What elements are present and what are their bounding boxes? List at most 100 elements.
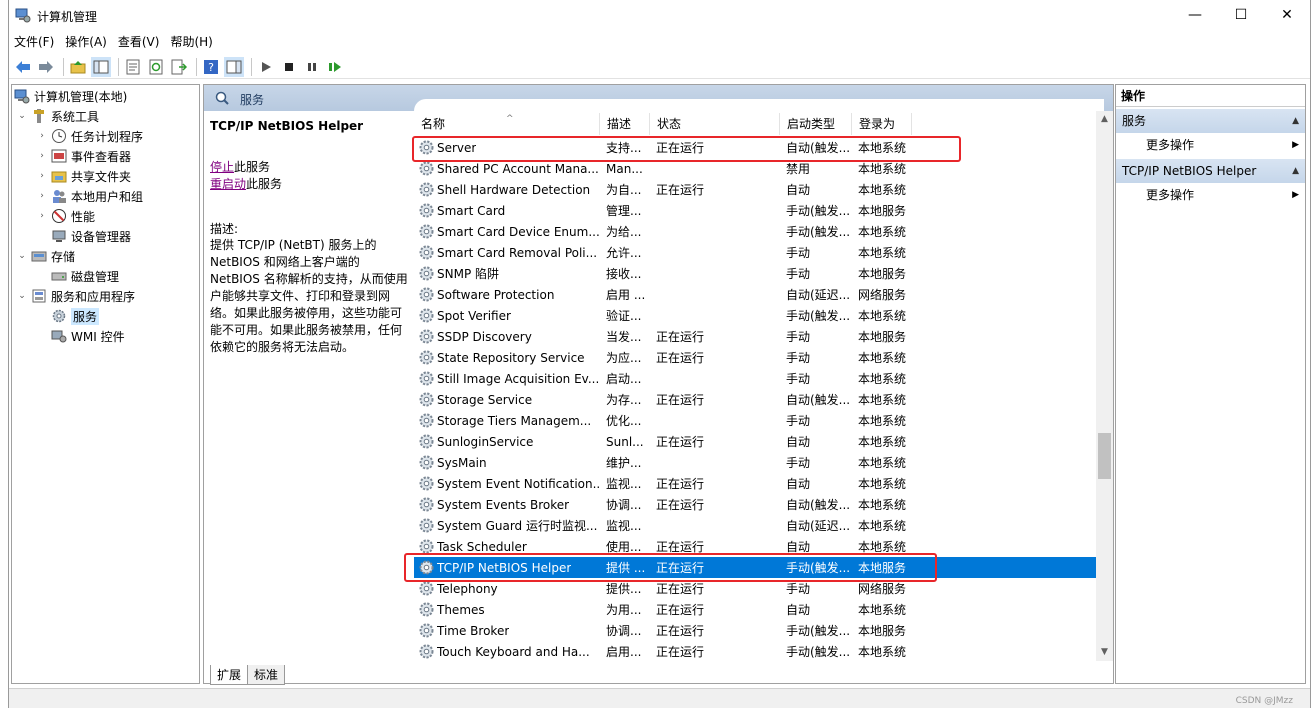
service-description: 允许... [606,246,642,260]
service-startup-type: 手动(触发... [786,624,851,638]
tree-item-wmi-control[interactable]: WMI 控件 [51,326,125,346]
export-list-icon[interactable] [169,57,189,77]
tree-item-shared-folders[interactable]: › 共享文件夹 [36,166,131,186]
back-icon[interactable] [13,57,33,77]
menu-view[interactable]: 查看(V) [113,33,165,53]
chevron-down-icon[interactable]: ⌄ [16,291,28,301]
service-row[interactable]: System Events Broker 协调... 正在运行 自动(触发... 本地系… [414,494,1098,515]
tree-item-performance[interactable]: › 性能 [36,206,95,226]
service-row[interactable]: Time Broker 协调... 正在运行 手动(触发... 本地服务 [414,620,1098,641]
chevron-right-icon[interactable]: › [36,131,48,141]
tree-item-disk-management[interactable]: 磁盘管理 [51,266,119,286]
menu-action[interactable]: 操作(A) [60,33,112,53]
vertical-scrollbar[interactable]: ▲ ▼ [1096,111,1113,661]
column-description[interactable]: 描述 [600,113,650,135]
tree-item-storage[interactable]: ⌄ 存储 [16,246,75,266]
view-tabs: 扩展 标准 [210,665,286,685]
tree-item-computer-management[interactable]: 计算机管理(本地) [14,86,127,106]
menu-help[interactable]: 帮助(H) [165,33,217,53]
forward-icon[interactable] [36,57,56,77]
service-row[interactable]: Software Protection 启用 ... 自动(延迟... 网络服务 [414,284,1098,305]
service-row[interactable]: SNMP 陷阱 接收... 手动 本地服务 [414,263,1098,284]
service-name-cell: Smart Card Device Enum... [414,223,600,240]
collapse-icon[interactable]: ▲ [1292,109,1299,133]
tree-item-event-viewer[interactable]: › 事件查看器 [36,146,131,166]
service-row[interactable]: Storage Tiers Managem... 优化... 手动 本地系统 [414,410,1098,431]
actions-section-services[interactable]: 服务 ▲ [1116,109,1305,133]
service-row[interactable]: Telephony 提供... 正在运行 手动 网络服务 [414,578,1098,599]
tree-item-local-users[interactable]: › 本地用户和组 [36,186,143,206]
tab-extended[interactable]: 扩展 [210,665,249,685]
start-service-icon[interactable] [256,57,276,77]
restart-service-link[interactable]: 重启动 [210,177,246,191]
actions-section-netbios[interactable]: TCP/IP NetBIOS Helper ▲ [1116,159,1305,183]
service-startup-type: 自动 [786,435,811,449]
scroll-down-icon[interactable]: ▼ [1096,644,1113,661]
service-row[interactable]: System Guard 运行时监视... 监视... 自动(延迟... 本地系统 [414,515,1098,536]
tree-item-label: WMI 控件 [71,329,125,344]
service-row[interactable]: State Repository Service 为应... 正在运行 手动 本地系统 [414,347,1098,368]
service-row[interactable]: SSDP Discovery 当发... 正在运行 手动 本地服务 [414,326,1098,347]
service-row[interactable]: Smart Card Device Enum... 为给... 手动(触发... 本地… [414,221,1098,242]
properties-icon[interactable] [123,57,143,77]
service-row[interactable]: SunloginService Sunl... 正在运行 自动 本地系统 [414,431,1098,452]
service-row[interactable]: Themes 为用... 正在运行 自动 本地系统 [414,599,1098,620]
service-row[interactable]: Server 支持... 正在运行 自动(触发... 本地系统 [414,137,1098,158]
service-row[interactable]: Task Scheduler 使用... 正在运行 自动 本地系统 [414,536,1098,557]
column-name[interactable]: 名称 ^ [414,113,600,135]
service-row[interactable]: Shell Hardware Detection 为自... 正在运行 自动 本地系统 [414,179,1098,200]
scroll-thumb[interactable] [1098,433,1111,479]
chevron-right-icon[interactable]: › [36,171,48,181]
chevron-down-icon[interactable]: ⌄ [16,111,28,121]
collapse-icon[interactable]: ▲ [1292,159,1299,183]
minimize-button[interactable]: — [1172,0,1218,30]
service-row[interactable]: Still Image Acquisition Ev... 启动... 手动 本地系统 [414,368,1098,389]
stop-service-link[interactable]: 停止 [210,160,234,174]
column-startup-type[interactable]: 启动类型 [780,113,852,135]
tree-item-label: 事件查看器 [71,149,132,164]
restart-service-icon[interactable] [325,57,345,77]
tree-item-task-scheduler[interactable]: › 任务计划程序 [36,126,143,146]
pause-service-icon[interactable] [302,57,322,77]
service-row[interactable]: System Event Notification... 监视... 正在运行 自动 本… [414,473,1098,494]
service-gear-icon [418,307,435,324]
service-name: Still Image Acquisition Ev... [437,371,600,386]
chevron-right-icon[interactable]: › [36,151,48,161]
chevron-down-icon[interactable]: ⌄ [16,251,28,261]
scroll-up-icon[interactable]: ▲ [1096,111,1113,128]
service-row[interactable]: Shared PC Account Mana... Man... 禁用 本地系统 [414,158,1098,179]
close-button[interactable]: ✕ [1264,0,1310,30]
tree-item-services[interactable]: 服务 [51,306,100,326]
help-icon[interactable]: ? [201,57,221,77]
service-row[interactable]: Storage Service 为存... 正在运行 自动(触发... 本地系统 [414,389,1098,410]
more-actions-netbios[interactable]: 更多操作 ▶ [1116,183,1305,207]
maximize-button[interactable]: ☐ [1218,0,1264,30]
service-logon-as: 本地服务 [858,267,907,281]
service-gear-icon [418,286,435,303]
tree-item-system-tools[interactable]: ⌄ 系统工具 [16,106,99,126]
tab-standard[interactable]: 标准 [247,665,286,685]
up-folder-icon[interactable] [68,57,88,77]
column-status[interactable]: 状态 [650,113,780,135]
service-row[interactable]: TCP/IP NetBIOS Helper 提供 ... 正在运行 手动(触发... 本… [414,557,1098,578]
tree-item-device-manager[interactable]: 设备管理器 [51,226,131,246]
stop-service-icon[interactable] [279,57,299,77]
service-row[interactable]: SysMain 维护... 手动 本地系统 [414,452,1098,473]
service-gear-icon [418,202,435,219]
service-row[interactable]: Smart Card 管理... 手动(触发... 本地服务 [414,200,1098,221]
actions-section-label: 服务 [1122,114,1147,128]
show-hide-tree-icon[interactable] [91,56,111,77]
service-row[interactable]: Touch Keyboard and Ha... 启用... 正在运行 手动(触发..… [414,641,1098,662]
more-actions-services[interactable]: 更多操作 ▶ [1116,133,1305,157]
chevron-right-icon[interactable]: › [36,211,48,221]
service-name-cell: Storage Service [414,391,600,408]
service-status: 正在运行 [656,582,705,596]
show-action-pane-icon[interactable] [224,56,244,77]
tree-item-services-and-apps[interactable]: ⌄ 服务和应用程序 [16,286,135,306]
refresh-icon[interactable] [146,57,166,77]
service-row[interactable]: Smart Card Removal Poli... 允许... 手动 本地系统 [414,242,1098,263]
chevron-right-icon[interactable]: › [36,191,48,201]
service-row[interactable]: Spot Verifier 验证... 手动(触发... 本地系统 [414,305,1098,326]
menu-file[interactable]: 文件(F) [9,33,59,53]
column-logon-as[interactable]: 登录为 [852,113,912,135]
